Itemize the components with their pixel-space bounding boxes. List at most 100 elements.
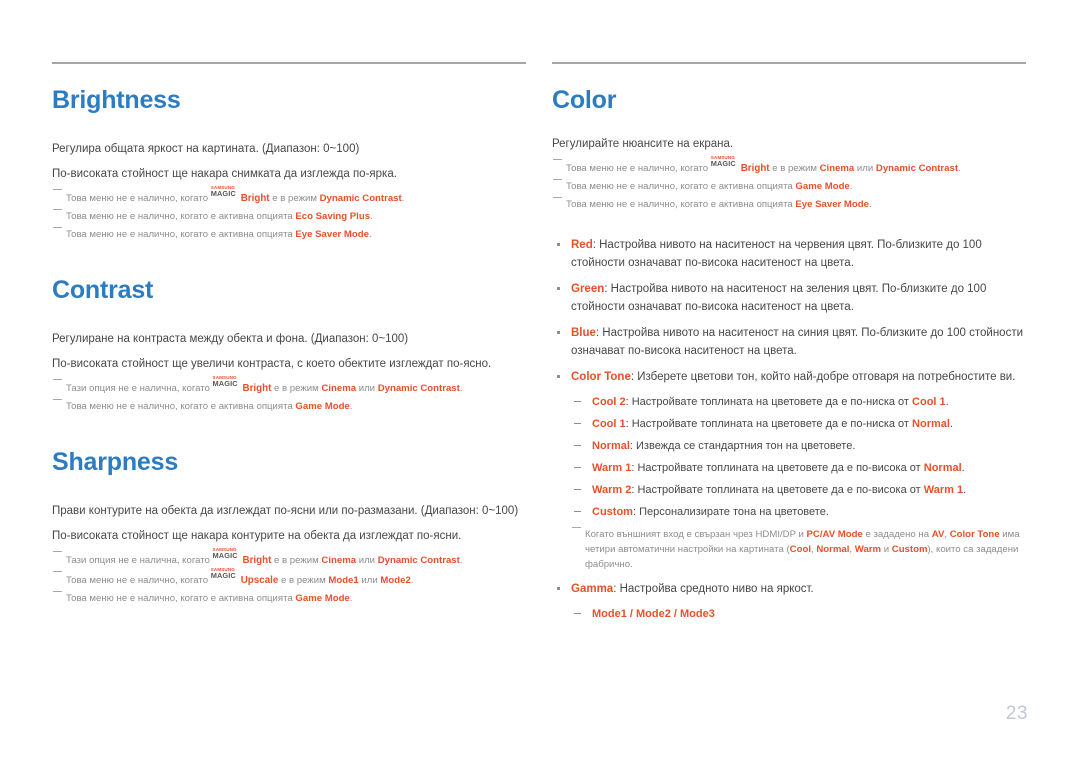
color-tone-item-cool-2: Cool 2: Настройвате топлината на цветове… xyxy=(552,394,1026,411)
bullet-dot-icon xyxy=(557,243,560,246)
sub-dash-icon xyxy=(574,445,581,446)
sub-dash-icon xyxy=(574,401,581,402)
samsung-magic-logo-icon: SAMSUNG MAGIC xyxy=(710,155,736,168)
note-dash-icon xyxy=(53,189,62,196)
subitem-ref: Normal xyxy=(912,418,950,430)
samsung-magic-logo-icon: SAMSUNG MAGIC xyxy=(210,567,236,580)
note-dash-icon xyxy=(53,591,62,598)
contrast-note-2: Това меню не е налично, когато е активна… xyxy=(52,399,526,414)
color-tone-item-custom: Custom: Персонализирате тона на цветовет… xyxy=(552,504,1026,521)
keyword: Game Mode xyxy=(295,401,350,412)
note-dash-icon xyxy=(53,551,62,558)
sub-dash-icon xyxy=(574,467,581,468)
brightness-body-line-1: Регулира общата яркост на картината. (Ди… xyxy=(52,143,360,155)
color-body-line-1: Регулирайте нюансите на екрана. xyxy=(552,138,734,150)
contrast-note-1: Тази опция не е налична, когато SAMSUNG M… xyxy=(52,375,526,396)
bullet-text: : Настройва нивото на наситеност на сини… xyxy=(571,327,1024,357)
bullet-term: Gamma xyxy=(571,583,614,595)
brightness-note-3: Това меню не е налично, когато е активна… xyxy=(52,227,526,242)
keyword: Custom xyxy=(891,544,928,555)
page-number: 23 xyxy=(1005,703,1028,724)
sharpness-note-2: Това меню не е налично, когато SAMSUNG MA… xyxy=(52,567,526,588)
keyword: Dynamic Contrast xyxy=(875,163,959,174)
bullet-text: : Настройва средното ниво на яркост. xyxy=(613,583,814,595)
note-dash-icon xyxy=(53,399,62,406)
bullet-text: : Настройва нивото на наситеност на черв… xyxy=(571,239,982,269)
color-tone-hdmi-note: Когато външният вход е свързан чрез HDMI… xyxy=(552,527,1026,572)
right-column: Color Регулирайте нюансите на екрана. То… xyxy=(552,62,1026,628)
column-top-rule xyxy=(552,62,1026,64)
gamma-modes: Mode1 / Mode2 / Mode3 xyxy=(552,606,1026,623)
color-tone-item-warm-1: Warm 1: Настройвате топлината на цветове… xyxy=(552,460,1026,477)
bullet-term: Red xyxy=(571,239,593,251)
contrast-body-line-2: По-високата стойност ще увеличи контраст… xyxy=(52,358,492,370)
sub-dash-icon xyxy=(574,613,581,614)
subitem-term: Custom xyxy=(592,506,633,518)
sub-dash-icon xyxy=(574,489,581,490)
note-dash-icon xyxy=(53,379,62,386)
keyword: Color Tone xyxy=(949,529,1000,540)
section-title-brightness: Brightness xyxy=(52,86,181,114)
bullet-dot-icon xyxy=(557,587,560,590)
contrast-body-line-1: Регулиране на контраста между обекта и ф… xyxy=(52,333,409,345)
bullet-gamma: Gamma: Настройва средното ниво на яркост… xyxy=(552,580,1026,598)
note-dash-icon xyxy=(553,159,562,166)
sharpness-note-3: Това меню не е налично, когато е активна… xyxy=(52,591,526,606)
note-dash-icon xyxy=(53,571,62,578)
bullet-dot-icon xyxy=(557,331,560,334)
color-note-3: Това меню не е налично, когато е активна… xyxy=(552,197,1026,212)
subitem-ref: Normal xyxy=(923,462,962,474)
magic-upscale-word: Upscale xyxy=(240,575,279,586)
keyword: Eye Saver Mode xyxy=(295,229,369,240)
note-dash-icon xyxy=(553,179,562,186)
section-title-contrast: Contrast xyxy=(52,276,154,304)
bullet-green: Green: Настройва нивото на наситеност на… xyxy=(552,280,1026,316)
sharpness-note-1: Тази опция не е налична, когато SAMSUNG M… xyxy=(52,547,526,568)
color-tone-item-cool-1: Cool 1: Настройвате топлината на цветове… xyxy=(552,416,1026,433)
bullet-text: : Изберете цветови тон, който най-добре … xyxy=(630,371,1016,383)
section-title-color: Color xyxy=(552,86,617,114)
subitem-term: Cool 1 xyxy=(592,418,626,430)
color-tone-item-normal: Normal: Извежда се стандартния тон на цв… xyxy=(552,438,1026,455)
keyword: Mode2 xyxy=(380,575,411,586)
note-dash-icon xyxy=(53,227,62,234)
keyword: Normal xyxy=(816,544,850,555)
bullet-dot-icon xyxy=(557,287,560,290)
keyword: Warm xyxy=(854,544,882,555)
keyword: Cinema xyxy=(819,163,855,174)
bullet-term: Green xyxy=(571,283,605,295)
magic-bright-word: Bright xyxy=(242,555,272,566)
column-top-rule xyxy=(52,62,526,64)
left-column: Brightness Регулира общата яркост на кар… xyxy=(52,62,526,628)
samsung-magic-logo-icon: SAMSUNG MAGIC xyxy=(212,375,238,388)
keyword: Cinema xyxy=(321,555,357,566)
keyword: Eye Saver Mode xyxy=(795,199,869,210)
two-column-layout: Brightness Регулира общата яркост на кар… xyxy=(0,0,1080,628)
note-dash-icon xyxy=(53,209,62,216)
color-note-2: Това меню не е налично, когато е активна… xyxy=(552,179,1026,194)
subitem-term: Warm 1 xyxy=(592,462,632,474)
keyword: Dynamic Contrast xyxy=(319,193,402,204)
keyword: Mode1 xyxy=(328,575,359,586)
keyword: AV xyxy=(931,529,945,540)
color-note-1: Това меню не е налично, когато SAMSUNG MA… xyxy=(552,155,1026,176)
bullet-text: : Настройва нивото на наситеност на зеле… xyxy=(571,283,987,313)
keyword: PC/AV Mode xyxy=(806,529,863,540)
brightness-body-line-2: По-високата стойност ще накара снимката … xyxy=(52,168,397,180)
keyword: Cinema xyxy=(321,383,357,394)
bullet-term: Blue xyxy=(571,327,596,339)
note-dash-icon xyxy=(553,197,562,204)
subitem-ref: Cool 1 xyxy=(912,396,946,408)
subitem-term: Normal xyxy=(592,440,630,452)
subitem-term: Cool 2 xyxy=(592,396,626,408)
keyword: Game Mode xyxy=(795,181,850,192)
section-title-sharpness: Sharpness xyxy=(52,448,179,476)
keyword: Eco Saving Plus xyxy=(295,211,371,222)
bullet-color-tone: Color Tone: Изберете цветови тон, който … xyxy=(552,368,1026,386)
keyword: Dynamic Contrast xyxy=(377,383,460,394)
gamma-modes-text: Mode1 / Mode2 / Mode3 xyxy=(592,608,715,620)
samsung-magic-logo-icon: SAMSUNG MAGIC xyxy=(210,185,236,198)
subitem-ref: Warm 1 xyxy=(923,484,964,496)
